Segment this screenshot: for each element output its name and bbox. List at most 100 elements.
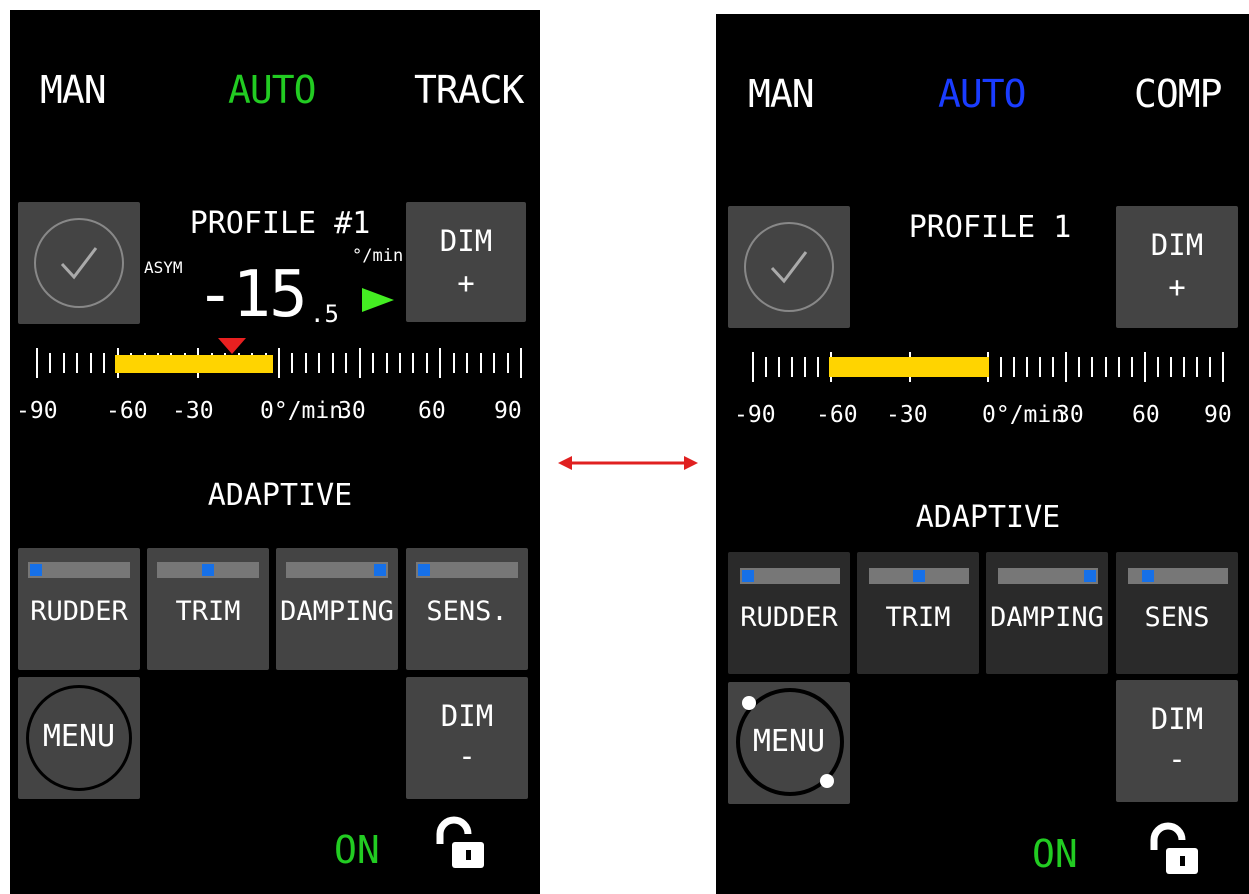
scale-label: 90 (1204, 402, 1232, 428)
scale-tick (1144, 352, 1146, 382)
rate-bar (829, 357, 989, 377)
mode-auto[interactable]: AUTO (228, 68, 317, 112)
trim-button[interactable]: TRIM (857, 552, 979, 674)
scale-tick (305, 353, 307, 373)
scale-tick (332, 353, 334, 373)
scale-tick (1183, 357, 1185, 377)
menu-button[interactable]: MENU (728, 682, 850, 804)
scale-tick (1118, 357, 1120, 377)
unlocked-padlock-icon[interactable] (1146, 822, 1202, 876)
trim-label: TRIM (175, 596, 241, 627)
dim-plus-sign: + (1168, 270, 1186, 304)
scale-label: -30 (886, 402, 928, 428)
scale-tick (1078, 357, 1080, 377)
rudder-button[interactable]: RUDDER (728, 552, 850, 674)
trim-button[interactable]: TRIM (147, 548, 269, 670)
sens-button[interactable]: SENS. (406, 548, 528, 670)
scale-tick (1196, 357, 1198, 377)
rudder-level-indicator (30, 564, 42, 576)
scale-tick (1000, 357, 1002, 377)
rate-value: -15 (196, 258, 308, 332)
scale-label: -60 (106, 398, 148, 424)
scale-label: 30 (338, 398, 366, 424)
confirm-button[interactable] (728, 206, 850, 328)
scale-label: 60 (418, 398, 446, 424)
scale-tick (791, 357, 793, 377)
scale-tick (480, 353, 482, 373)
dim-minus-button[interactable]: DIM - (406, 677, 528, 799)
dim-minus-sign: - (1168, 742, 1186, 776)
rate-value-decimal: .5 (310, 300, 339, 328)
menu-label: MENU (42, 719, 116, 754)
rate-bar (115, 355, 273, 373)
scale-tick (493, 353, 495, 373)
scale-label: 60 (1132, 402, 1160, 428)
mode-comp[interactable]: COMP (1134, 72, 1223, 116)
scale-tick (291, 353, 293, 373)
double-headed-arrow-icon (558, 456, 698, 470)
scale-tick (399, 353, 401, 373)
sens-label: SENS (1144, 602, 1210, 633)
scale-tick (507, 353, 509, 373)
profile-title: PROFILE 1 (908, 210, 1072, 245)
mode-auto[interactable]: AUTO (938, 72, 1027, 116)
rudder-label: RUDDER (30, 596, 128, 627)
menu-button[interactable]: MENU (18, 677, 140, 799)
rudder-button[interactable]: RUDDER (18, 548, 140, 670)
menu-label: MENU (752, 724, 826, 759)
scale-label: 90 (494, 398, 522, 424)
confirm-button[interactable] (18, 202, 140, 324)
scale-tick (778, 357, 780, 377)
damping-button[interactable]: DAMPING (986, 552, 1108, 674)
sens-level-indicator (1142, 570, 1154, 582)
dim-plus-label: DIM (1150, 228, 1204, 262)
scale-tick (63, 353, 65, 373)
mode-man[interactable]: MAN (40, 68, 107, 112)
scale-tick (1157, 357, 1159, 377)
scale-tick (466, 353, 468, 373)
menu-handle-dot (742, 696, 756, 710)
scale-tick (1026, 357, 1028, 377)
dim-plus-button[interactable]: DIM + (406, 202, 526, 322)
scale-tick (752, 352, 754, 382)
scale-tick (439, 348, 441, 378)
sens-label: SENS. (426, 596, 508, 627)
scale-tick (1131, 357, 1133, 377)
scale-tick (90, 353, 92, 373)
scale-tick (76, 353, 78, 373)
mode-man[interactable]: MAN (748, 72, 815, 116)
scale-tick (1209, 357, 1211, 377)
unlocked-padlock-icon[interactable] (432, 816, 488, 870)
scale-tick (1170, 357, 1172, 377)
scale-tick (412, 353, 414, 373)
left-autopilot-screen: MAN AUTO TRACK PROFILE #1 ASYM °/min -15… (10, 10, 540, 894)
scale-label: 30 (1056, 402, 1084, 428)
damping-label: DAMPING (990, 602, 1104, 633)
dim-minus-button[interactable]: DIM - (1116, 680, 1238, 802)
trim-level-indicator (913, 570, 925, 582)
status-on: ON (334, 828, 380, 872)
scale-tick (372, 353, 374, 373)
dim-minus-label: DIM (1150, 702, 1204, 736)
sens-button[interactable]: SENS (1116, 552, 1238, 674)
damping-level-indicator (1084, 570, 1096, 582)
mode-track[interactable]: TRACK (414, 68, 524, 112)
sens-level-indicator (418, 564, 430, 576)
scale-tick (36, 348, 38, 378)
rate-marker-icon (218, 338, 246, 354)
scale-tick (426, 353, 428, 373)
play-arrow-icon (362, 288, 394, 312)
dim-minus-label: DIM (440, 699, 494, 733)
scale-tick (1065, 352, 1067, 382)
damping-button[interactable]: DAMPING (276, 548, 398, 670)
dim-plus-sign: + (457, 266, 475, 300)
trim-level-indicator (202, 564, 214, 576)
damping-label: DAMPING (280, 596, 394, 627)
adaptive-label: ADAPTIVE (207, 478, 353, 513)
scale-tick (1091, 357, 1093, 377)
scale-tick (1052, 357, 1054, 377)
scale-tick (804, 357, 806, 377)
dim-plus-button[interactable]: DIM + (1116, 206, 1238, 328)
scale-label: -90 (734, 402, 776, 428)
adaptive-label: ADAPTIVE (915, 500, 1061, 535)
